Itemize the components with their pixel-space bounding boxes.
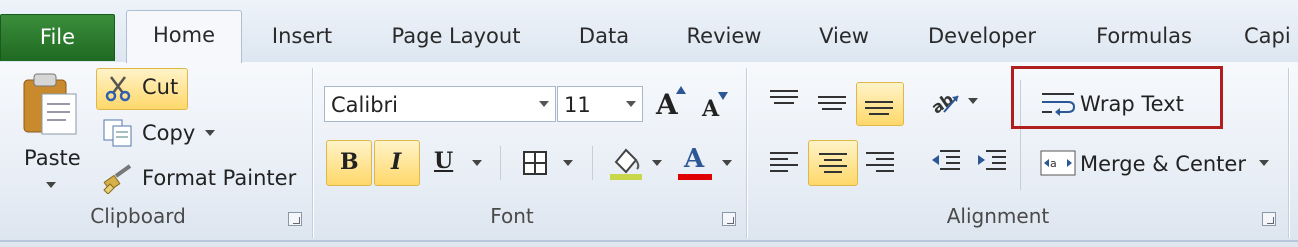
underline-glyph: U	[434, 148, 454, 174]
tab-insert[interactable]: Insert	[258, 14, 346, 60]
increase-indent-icon[interactable]	[976, 148, 1008, 176]
font-group-label: Font	[490, 204, 534, 228]
paste-icon[interactable]	[20, 72, 82, 138]
copy-dropdown-arrow[interactable]	[205, 130, 215, 136]
alignment-group-label: Alignment	[946, 204, 1050, 228]
copy-icon[interactable]	[102, 118, 134, 148]
italic-button[interactable]: I	[374, 140, 420, 186]
font-size-combobox[interactable]: 11	[557, 86, 643, 122]
svg-text:a: a	[1050, 157, 1057, 170]
font-name-combobox[interactable]: Calibri	[324, 86, 556, 122]
toolbar-divider	[500, 146, 501, 180]
toolbar-divider	[592, 146, 593, 180]
shrink-font-glyph: A	[702, 96, 720, 122]
shrink-font-button[interactable]: A	[702, 90, 732, 122]
copy-label[interactable]: Copy	[142, 121, 195, 145]
tab-home[interactable]: Home	[126, 10, 242, 63]
tab-developer[interactable]: Developer	[918, 14, 1046, 60]
clipboard-dialog-launcher[interactable]	[288, 212, 302, 226]
tab-review[interactable]: Review	[676, 14, 772, 60]
align-right-icon[interactable]	[864, 150, 896, 176]
scissors-icon	[104, 74, 132, 102]
bold-button[interactable]: B	[326, 140, 372, 186]
merge-center-dropdown-arrow[interactable]	[1259, 160, 1269, 166]
font-dialog-launcher[interactable]	[722, 212, 736, 226]
paste-button-label[interactable]: Paste	[24, 146, 81, 170]
fill-color-dropdown-arrow[interactable]	[652, 160, 662, 166]
format-painter-icon[interactable]	[102, 164, 136, 195]
font-color-glyph: A	[684, 144, 705, 174]
borders-dropdown-arrow[interactable]	[563, 160, 573, 166]
font-name-dropdown-arrow[interactable]	[539, 101, 549, 107]
fill-color-icon[interactable]	[608, 144, 644, 180]
borders-icon[interactable]	[522, 150, 548, 176]
font-color-swatch	[678, 174, 712, 180]
merge-center-label[interactable]: Merge & Center	[1080, 152, 1246, 176]
tab-page-layout[interactable]: Page Layout	[376, 14, 536, 60]
tab-formulas[interactable]: Formulas	[1086, 14, 1202, 60]
align-center-button[interactable]	[808, 140, 858, 186]
group-divider	[746, 68, 747, 238]
alignment-dialog-launcher[interactable]	[1262, 212, 1276, 226]
cut-label[interactable]: Cut	[142, 75, 178, 99]
bottom-align-button[interactable]	[856, 82, 904, 126]
grow-font-glyph: A	[656, 88, 678, 121]
group-divider	[1288, 68, 1289, 238]
orientation-icon[interactable]: ab	[928, 86, 962, 118]
format-painter-label[interactable]: Format Painter	[142, 166, 296, 190]
grow-font-button[interactable]: A	[656, 84, 688, 121]
font-color-dropdown-arrow[interactable]	[722, 160, 732, 166]
font-name-value: Calibri	[331, 93, 398, 117]
orientation-dropdown-arrow[interactable]	[968, 98, 978, 104]
top-align-icon[interactable]	[768, 88, 800, 112]
font-size-dropdown-arrow[interactable]	[626, 101, 636, 107]
italic-glyph: I	[391, 149, 402, 175]
bold-glyph: B	[340, 149, 359, 175]
tab-capi[interactable]: Capi	[1244, 14, 1298, 60]
tab-view[interactable]: View	[806, 14, 882, 60]
wrap-text-highlight-callout	[1011, 66, 1223, 129]
font-size-value: 11	[564, 93, 591, 117]
decrease-indent-icon[interactable]	[930, 148, 962, 176]
underline-dropdown-arrow[interactable]	[472, 160, 482, 166]
tab-file[interactable]: File	[0, 14, 115, 61]
merge-center-icon[interactable]: a	[1040, 150, 1076, 176]
group-divider	[312, 68, 313, 238]
middle-align-icon[interactable]	[816, 94, 848, 118]
font-color-button[interactable]: A	[678, 144, 714, 182]
tab-data[interactable]: Data	[566, 14, 642, 60]
underline-button[interactable]: U	[432, 148, 456, 180]
clipboard-group-label: Clipboard	[90, 204, 186, 228]
align-left-icon[interactable]	[768, 150, 800, 176]
paste-dropdown-arrow[interactable]	[46, 182, 56, 188]
